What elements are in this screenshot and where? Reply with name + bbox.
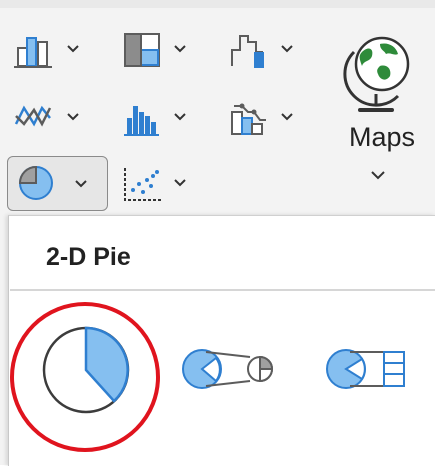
chevron-down-icon (281, 113, 293, 121)
globe-icon (343, 36, 410, 112)
chevron-down-icon (75, 180, 87, 188)
insert-scatter-chart-button[interactable] (117, 160, 203, 208)
pie-of-pie-option[interactable] (180, 344, 280, 396)
highlight-circle-annotation (10, 302, 160, 452)
pie-of-pie-icon (182, 349, 274, 389)
column-chart-icon (14, 37, 52, 68)
chevron-down-icon (281, 45, 293, 53)
bar-of-pie-icon (326, 349, 405, 389)
chevron-down-icon (174, 45, 186, 53)
chevron-down-icon (371, 171, 385, 180)
scatter-chart-icon (124, 168, 161, 201)
pie-chart-icon (18, 165, 53, 200)
maps-label: Maps (348, 122, 416, 152)
insert-statistic-chart-button[interactable] (117, 94, 203, 142)
hierarchy-chart-icon (124, 33, 160, 67)
chevron-down-icon (174, 113, 186, 121)
dropdown-left-edge (0, 215, 8, 465)
chevron-down-icon (67, 45, 79, 53)
dropdown-section-header: 2-D Pie (10, 225, 435, 289)
insert-column-chart-button[interactable] (10, 26, 96, 74)
insert-combo-chart-button[interactable] (224, 94, 310, 142)
combo-chart-icon (231, 103, 266, 135)
waterfall-chart-icon (231, 35, 264, 68)
ribbon-top-edge (0, 0, 435, 8)
bar-of-pie-option[interactable] (324, 344, 424, 396)
chevron-down-icon (174, 179, 186, 187)
chevron-down-icon (67, 113, 79, 121)
insert-hierarchy-chart-button[interactable] (117, 26, 203, 74)
insert-line-chart-button[interactable] (10, 94, 96, 142)
insert-waterfall-chart-button[interactable] (224, 26, 310, 74)
line-chart-icon (14, 105, 52, 127)
histogram-chart-icon (124, 106, 159, 136)
maps-button[interactable]: Maps (340, 30, 430, 200)
section-title-2d-pie: 2-D Pie (46, 243, 131, 271)
insert-pie-chart-button[interactable] (7, 156, 108, 211)
